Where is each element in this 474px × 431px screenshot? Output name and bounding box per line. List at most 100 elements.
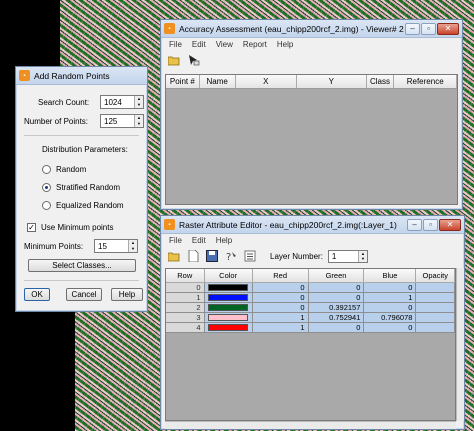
dialog-titlebar[interactable]: ▪ Add Random Points — [16, 67, 147, 85]
accuracy-cell-array[interactable]: Point # Name X Y Class Reference — [165, 74, 458, 205]
minimize-button[interactable]: – — [405, 22, 420, 35]
table-row[interactable]: 4100 — [166, 323, 455, 333]
cell-blue[interactable]: 0 — [364, 283, 417, 293]
minimize-button[interactable]: – — [407, 218, 422, 231]
col-blue[interactable]: Blue — [364, 269, 417, 283]
table-row[interactable]: 1001 — [166, 293, 455, 303]
col-color[interactable]: Color — [204, 269, 253, 283]
cell-red[interactable]: 0 — [252, 293, 309, 303]
open-folder-icon[interactable] — [167, 249, 181, 263]
maximize-button[interactable]: ▫ — [423, 218, 438, 231]
number-of-points-stepper[interactable]: 125 ▲ ▼ — [100, 114, 144, 128]
cell-green[interactable]: 0 — [308, 293, 365, 303]
cancel-button[interactable]: Cancel — [66, 288, 102, 301]
list-icon[interactable] — [243, 249, 257, 263]
cell-row[interactable]: 0 — [166, 283, 205, 293]
use-minimum-points-checkbox[interactable]: ✓ Use Minimum points — [27, 223, 113, 232]
cell-opacity[interactable] — [416, 303, 455, 313]
col-red[interactable]: Red — [252, 269, 309, 283]
col-name[interactable]: Name — [200, 75, 236, 88]
help-button[interactable]: Help — [111, 288, 143, 301]
criteria-icon[interactable]: ? — [224, 249, 238, 263]
menu-file[interactable]: File — [169, 40, 182, 49]
cell-red[interactable]: 0 — [252, 283, 309, 293]
close-button[interactable]: ✕ — [437, 22, 459, 35]
cell-blue[interactable]: 0.796078 — [364, 313, 417, 323]
horizontal-scrollbar[interactable] — [165, 421, 456, 429]
col-row[interactable]: Row — [166, 269, 205, 283]
cell-row[interactable]: 2 — [166, 303, 205, 313]
select-point-icon[interactable] — [186, 53, 200, 67]
table-row[interactable]: 3 1 0.752941 0.796078 — [166, 313, 455, 323]
cell-color[interactable] — [204, 313, 253, 323]
select-classes-button[interactable]: Select Classes... — [28, 259, 136, 272]
color-swatch[interactable] — [208, 324, 249, 331]
menu-file[interactable]: File — [169, 236, 182, 245]
open-folder-icon[interactable] — [167, 53, 181, 67]
spin-down-icon[interactable]: ▼ — [129, 246, 137, 252]
table-row[interactable]: 2 0 0.392157 0 — [166, 303, 455, 313]
col-green[interactable]: Green — [308, 269, 365, 283]
color-swatch[interactable] — [208, 314, 249, 321]
save-icon[interactable] — [205, 249, 219, 263]
search-count-stepper[interactable]: 1024 ▲ ▼ — [100, 95, 144, 109]
menu-help[interactable]: Help — [216, 236, 232, 245]
cell-color[interactable] — [204, 293, 253, 303]
col-class[interactable]: Class — [367, 75, 395, 88]
vertical-scrollbar[interactable] — [456, 268, 464, 421]
spin-down-icon[interactable]: ▼ — [358, 256, 367, 262]
cell-red[interactable]: 1 — [252, 323, 309, 333]
col-reference[interactable]: Reference — [394, 75, 457, 88]
cell-row[interactable]: 1 — [166, 293, 205, 303]
col-opacity[interactable]: Opacity — [416, 269, 455, 283]
ok-button[interactable]: OK — [24, 288, 50, 301]
menu-view[interactable]: View — [216, 40, 233, 49]
cell-opacity[interactable] — [416, 323, 455, 333]
table-row[interactable]: 0000 — [166, 283, 455, 293]
attribute-table[interactable]: Row Color Red Green Blue Opacity 0000100… — [165, 268, 456, 421]
accuracy-titlebar[interactable]: ▪ Accuracy Assessment (eau_chipp200rcf_2… — [161, 20, 462, 38]
close-button[interactable]: ✕ — [439, 218, 461, 231]
radio-button-selected-icon[interactable] — [42, 183, 51, 192]
minimum-points-stepper[interactable]: 15 ▲ ▼ — [94, 239, 138, 253]
layer-number-stepper[interactable]: 1 ▲ ▼ — [327, 249, 368, 263]
cell-green[interactable]: 0 — [308, 283, 365, 293]
menu-report[interactable]: Report — [243, 40, 267, 49]
radio-button-icon[interactable] — [42, 165, 51, 174]
maximize-button[interactable]: ▫ — [421, 22, 436, 35]
radio-stratified-random[interactable]: Stratified Random — [42, 183, 120, 192]
new-document-icon[interactable] — [186, 249, 200, 263]
radio-random[interactable]: Random — [42, 165, 86, 174]
cell-green[interactable]: 0.392157 — [308, 303, 365, 313]
cell-row[interactable]: 4 — [166, 323, 205, 333]
cell-color[interactable] — [204, 323, 253, 333]
spin-down-icon[interactable]: ▼ — [135, 121, 143, 127]
cell-green[interactable]: 0.752941 — [308, 313, 365, 323]
menu-edit[interactable]: Edit — [192, 236, 206, 245]
cell-opacity[interactable] — [416, 283, 455, 293]
color-swatch[interactable] — [208, 284, 249, 291]
cell-row[interactable]: 3 — [166, 313, 205, 323]
col-point-number[interactable]: Point # — [166, 75, 200, 88]
cell-red[interactable]: 0 — [252, 303, 309, 313]
radio-button-icon[interactable] — [42, 201, 51, 210]
cell-blue[interactable]: 0 — [364, 303, 417, 313]
cell-opacity[interactable] — [416, 313, 455, 323]
color-swatch[interactable] — [208, 294, 249, 301]
radio-equalized-random[interactable]: Equalized Random — [42, 201, 124, 210]
cell-red[interactable]: 1 — [252, 313, 309, 323]
cell-color[interactable] — [204, 283, 253, 293]
spin-down-icon[interactable]: ▼ — [135, 102, 143, 108]
cell-blue[interactable]: 0 — [364, 323, 417, 333]
color-swatch[interactable] — [208, 304, 249, 311]
col-y[interactable]: Y — [297, 75, 367, 88]
cell-color[interactable] — [204, 303, 253, 313]
cell-opacity[interactable] — [416, 293, 455, 303]
menu-edit[interactable]: Edit — [192, 40, 206, 49]
cell-green[interactable]: 0 — [308, 323, 365, 333]
raster-titlebar[interactable]: ▪ Raster Attribute Editor - eau_chipp200… — [161, 216, 464, 234]
cell-blue[interactable]: 1 — [364, 293, 417, 303]
col-x[interactable]: X — [236, 75, 298, 88]
menu-help[interactable]: Help — [277, 40, 293, 49]
checkbox-checked-icon[interactable]: ✓ — [27, 223, 36, 232]
